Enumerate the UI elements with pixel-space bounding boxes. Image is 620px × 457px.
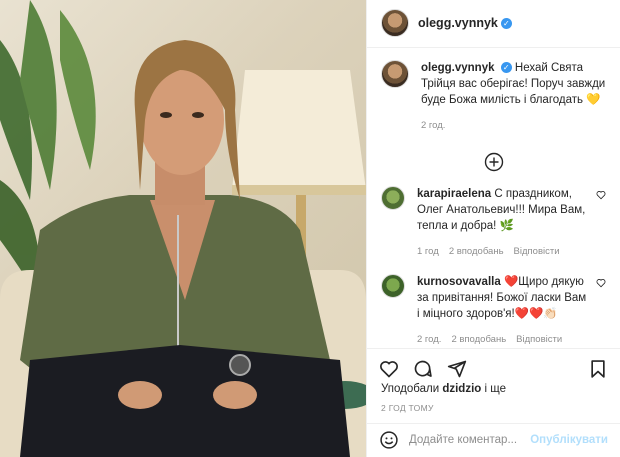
comment-item: karapiraelena С праздником, Олег Анатоль… (381, 185, 606, 260)
comment-avatar[interactable] (381, 185, 405, 210)
author-username[interactable]: olegg.vynnyk (418, 16, 498, 30)
author-avatar[interactable] (381, 9, 409, 38)
plus-circle-icon[interactable] (484, 152, 504, 172)
caption-body: olegg.vynnyk ✓ Нехай Свята Трійця вас об… (421, 60, 606, 134)
reply-button[interactable]: Відповісти (514, 244, 560, 260)
comment-body: karapiraelena С праздником, Олег Анатоль… (417, 186, 590, 260)
likes-prefix: Уподобали (381, 382, 443, 395)
comment-input[interactable]: Додайте коментар... (409, 434, 520, 446)
comment-likes[interactable]: 2 вподобань (451, 332, 506, 348)
comment-time: 1 год (417, 245, 439, 257)
post-timestamp[interactable]: 2 ГОД ТОМУ (367, 395, 620, 413)
comment-body: kurnosovavalla ❤️Щиро дякую за привітанн… (417, 274, 590, 348)
add-comment-bar: Додайте коментар... Опублікувати (367, 422, 620, 457)
instagram-post: olegg.vynnyk ✓ olegg.vynnyk ✓ Нехай Свят… (0, 0, 620, 457)
verified-icon: ✓ (500, 62, 512, 74)
likes-suffix[interactable]: і ще (481, 383, 506, 395)
caption-emoji: 💛 (586, 93, 601, 106)
comment-meta: 1 год 2 вподобань Відповісти (417, 244, 590, 260)
post-header: olegg.vynnyk ✓ (367, 0, 620, 48)
bookmark-icon[interactable] (588, 359, 608, 379)
post-side-panel: olegg.vynnyk ✓ olegg.vynnyk ✓ Нехай Свят… (366, 0, 620, 457)
comment-likes[interactable]: 2 вподобань (449, 244, 504, 260)
reply-button[interactable]: Відповісти (516, 332, 562, 348)
caption-avatar[interactable] (381, 59, 409, 88)
verified-icon: ✓ (500, 17, 512, 29)
comments-section: olegg.vynnyk ✓ Нехай Свята Трійця вас об… (367, 48, 620, 348)
heart-icon[interactable] (379, 359, 399, 379)
photo-illustration (0, 0, 366, 457)
caption-meta: 2 год. (421, 118, 606, 134)
caption-time: 2 год. (421, 119, 446, 131)
comment-time: 2 год. (417, 333, 442, 345)
post-photo[interactable] (0, 0, 366, 457)
comment-meta: 2 год. 2 вподобань Відповісти (417, 332, 590, 348)
likes-summary: Уподобали dzidzio і ще (367, 383, 620, 395)
heart-icon[interactable] (596, 278, 606, 288)
comment-item: kurnosovavalla ❤️Щиро дякую за привітанн… (381, 273, 606, 348)
publish-button[interactable]: Опублікувати (530, 434, 608, 446)
caption: olegg.vynnyk ✓ Нехай Свята Трійця вас об… (381, 59, 606, 134)
comment-username[interactable]: karapiraelena (417, 188, 491, 200)
likes-user[interactable]: dzidzio (442, 383, 481, 395)
emoji-icon[interactable] (379, 430, 399, 450)
comment-icon[interactable] (413, 359, 433, 379)
comment-avatar[interactable] (381, 273, 405, 298)
caption-username[interactable]: olegg.vynnyk (421, 62, 495, 74)
share-icon[interactable] (447, 359, 467, 379)
comment-username[interactable]: kurnosovavalla (417, 276, 501, 288)
heart-icon[interactable] (596, 190, 606, 200)
